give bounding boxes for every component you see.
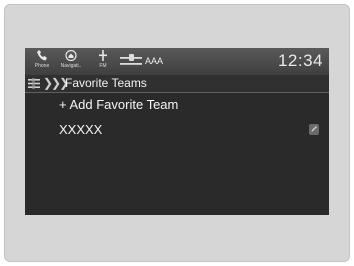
home-icon [57, 49, 85, 63]
phone-shortcut[interactable]: Phone [28, 50, 56, 74]
audio-source[interactable]: AAA [120, 52, 163, 70]
add-favorite-team-label: + Add Favorite Team [59, 97, 179, 112]
clock: 12:34 [277, 51, 323, 70]
list-item[interactable]: XXXXX [25, 119, 329, 141]
radio-icon [89, 50, 117, 63]
audio-source-icon [120, 54, 142, 65]
team-name: XXXXX [59, 122, 103, 137]
fm-shortcut-label: FM [99, 63, 107, 69]
fm-shortcut[interactable]: FM [89, 50, 117, 74]
page-title: Favorite Teams [65, 76, 147, 90]
menu-icon[interactable] [28, 78, 40, 89]
status-bar: Phone Navigati.. FM AAA 12:34 [25, 48, 329, 75]
phone-icon [28, 50, 56, 63]
back-chevrons-icon[interactable]: ❯❯❯ [43, 76, 69, 90]
add-favorite-team-item[interactable]: + Add Favorite Team [25, 94, 329, 116]
navigation-shortcut[interactable]: Navigati.. [57, 49, 85, 74]
edit-icon[interactable] [309, 124, 319, 135]
list-header: ❯❯❯ Favorite Teams [25, 75, 329, 93]
infotainment-screen: Phone Navigati.. FM AAA 12:34 ❯❯❯ Favori… [25, 48, 329, 215]
phone-shortcut-label: Phone [34, 63, 50, 69]
audio-source-label: AAA [145, 56, 164, 66]
navigation-shortcut-label: Navigati.. [60, 63, 82, 69]
